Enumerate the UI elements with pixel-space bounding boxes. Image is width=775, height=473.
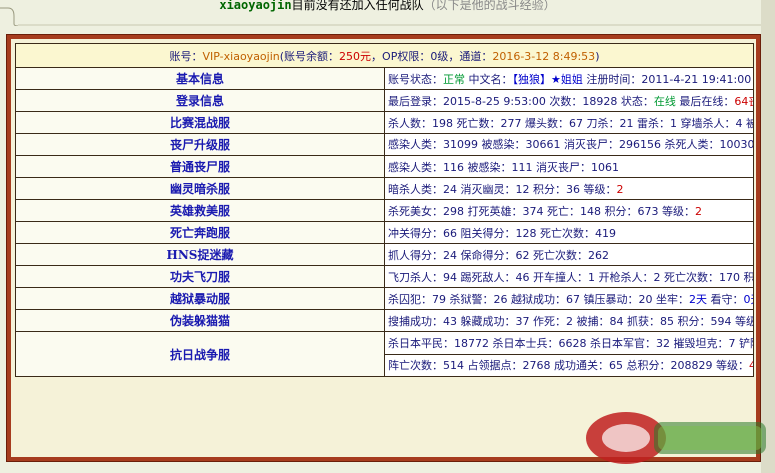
value-text: 2011-4-21 19:41:00: [641, 72, 752, 86]
value-text: 杀人数：198 死亡数：277 爆头数：67 刀杀：21 雷杀：1 穿墙杀人：4…: [388, 116, 753, 130]
value-text: 杀囚犯：79 杀狱警：26 越狱成功：67 镇压暴动：20 坐牢：: [388, 292, 689, 306]
row-values: 感染人类：31099 被感染：30661 消灭丧尸：296156 杀死人类：10…: [384, 133, 754, 156]
stats-table: 账号：VIP-xiaoyaojin(账号余额：250元，OP权限：0级，通道：2…: [15, 43, 754, 377]
value-text: 2天: [688, 292, 707, 306]
row-label: 幽灵暗杀服: [15, 177, 385, 200]
stats-row: 死亡奔跑服 冲关得分：66 阻关得分：128 死亡次数：419: [15, 221, 754, 244]
row-label: 死亡奔跑服: [15, 221, 385, 244]
value-text: 【独狼】★姐姐: [512, 72, 583, 86]
stats-row: 丧尸升级服 感染人类：31099 被感染：30661 消灭丧尸：296156 杀死…: [15, 133, 754, 156]
value-text: 阵亡次数：514 占领据点：2768 成功通关：65 总积分：208829 等级…: [388, 359, 749, 373]
stats-row: 比赛混战服 杀人数：198 死亡数：277 爆头数：67 刀杀：21 雷杀：1 穿…: [15, 111, 754, 134]
row-label: 英雄救美服: [15, 199, 385, 222]
value-text: 在线: [653, 94, 676, 108]
row-values: 最后登录：2015-8-25 9:53:00 次数：18928 状态：在线 最后…: [384, 89, 754, 112]
row-values: 杀囚犯：79 杀狱警：26 越狱成功：67 镇压暴动：20 坐牢：2天 看守：0…: [384, 287, 754, 310]
value-text: 0天: [743, 292, 752, 306]
value-text: 中文名：: [465, 72, 513, 86]
stats-row: 伪装躲猫猫 搜捕成功：43 躲藏成功：37 作死：2 被捕：84 抓获：85 积分…: [15, 309, 754, 332]
watermark-logo: [586, 412, 766, 464]
war-label: 抗日战争服: [15, 331, 385, 377]
channel-time: 2016-3-12 8:49:53: [492, 49, 596, 63]
value-text: 64丧尸升级服: [734, 94, 752, 108]
war-values-1: 杀日本平民：18772 杀日本士兵：6628 杀日本军官：32 摧毁坦克：7 铲…: [384, 331, 754, 355]
value-text: 看守：: [706, 292, 744, 306]
account-header: 账号：VIP-xiaoyaojin(账号余额：250元，OP权限：0级，通道：2…: [15, 43, 754, 68]
value-text: 抓人得分：24 保命得分：62 死亡次数：262: [388, 248, 609, 262]
row-label: 功夫飞刀服: [15, 265, 385, 288]
stats-row: 基本信息 账号状态：正常 中文名：【独狼】★姐姐 注册时间：2011-4-21 1…: [15, 67, 754, 90]
row-values: 飞刀杀人：94 踢死敌人：46 开车撞人：1 开枪杀人：2 死亡次数：170 积…: [384, 265, 754, 288]
value-text: 杀死美女：298 打死英雄：374 死亡：148 积分：673 等级：: [388, 204, 695, 218]
value-text: 飞刀杀人：94 踢死敌人：46 开车撞人：1 开枪杀人：2 死亡次数：170 积…: [388, 270, 754, 284]
value-text: 45: [749, 359, 753, 372]
account-balance: 250元: [339, 49, 372, 63]
value-text: 搜捕成功：43 躲藏成功：37 作死：2 被捕：84 抓获：85 积分：594 …: [388, 314, 754, 328]
value-text: 最后在线：: [675, 94, 735, 108]
row-label: 丧尸升级服: [15, 133, 385, 156]
row-values: 搜捕成功：43 躲藏成功：37 作死：2 被捕：84 抓获：85 积分：594 …: [384, 309, 754, 332]
row-values: 冲关得分：66 阻关得分：128 死亡次数：419: [384, 221, 754, 244]
row-values: 杀人数：198 死亡数：277 爆头数：67 刀杀：21 雷杀：1 穿墙杀人：4…: [384, 111, 754, 134]
stats-row: 普通丧尸服 感染人类：116 被感染：111 消灭丧尸：1061: [15, 155, 754, 178]
war-row-1: 抗日战争服 杀日本平民：18772 杀日本士兵：6628 杀日本军官：32 摧毁坦…: [15, 331, 754, 377]
value-text: 暗杀人类：24 消灭幽灵：12 积分：36 等级：: [388, 182, 617, 196]
stats-row: HNS捉迷藏 抓人得分：24 保命得分：62 死亡次数：262: [15, 243, 754, 266]
value-text: 正常: [443, 72, 465, 86]
tab-curve-decoration: [0, 7, 775, 26]
row-values: 暗杀人类：24 消灭幽灵：12 积分：36 等级：2: [384, 177, 754, 200]
row-values: 抓人得分：24 保命得分：62 死亡次数：262: [384, 243, 754, 266]
row-values: 感染人类：116 被感染：111 消灭丧尸：1061: [384, 155, 754, 178]
row-values: 账号状态：正常 中文名：【独狼】★姐姐 注册时间：2011-4-21 19:41…: [384, 67, 754, 90]
value-text: 注册时间：: [582, 72, 642, 86]
stats-row: 功夫飞刀服 飞刀杀人：94 踢死敌人：46 开车撞人：1 开枪杀人：2 死亡次数：…: [15, 265, 754, 288]
stats-row: 幽灵暗杀服 暗杀人类：24 消灭幽灵：12 积分：36 等级：2: [15, 177, 754, 200]
value-text: 感染人类：116 被感染：111 消灭丧尸：1061: [388, 160, 619, 174]
stats-row: 越狱暴动服 杀囚犯：79 杀狱警：26 越狱成功：67 镇压暴动：20 坐牢：2天…: [15, 287, 754, 310]
row-label: 伪装躲猫猫: [15, 309, 385, 332]
value-text: 冲关得分：66 阻关得分：128 死亡次数：419: [388, 226, 616, 240]
value-text: 2: [694, 204, 702, 218]
row-label: HNS捉迷藏: [15, 243, 385, 266]
value-text: 账号状态：: [388, 72, 443, 86]
value-text: 最后登录：: [388, 94, 443, 108]
stats-row: 英雄救美服 杀死美女：298 打死英雄：374 死亡：148 积分：673 等级：…: [15, 199, 754, 222]
row-label: 普通丧尸服: [15, 155, 385, 178]
account-header-row: 账号：VIP-xiaoyaojin(账号余额：250元，OP权限：0级，通道：2…: [15, 43, 754, 68]
value-text: 在线时间：: [751, 73, 752, 86]
row-values: 杀死美女：298 打死英雄：374 死亡：148 积分：673 等级：2: [384, 199, 754, 222]
value-text: 次数：: [545, 94, 583, 108]
row-label: 越狱暴动服: [15, 287, 385, 310]
value-text: 2015-8-25 9:53:00: [443, 94, 546, 108]
row-label: 比赛混战服: [15, 111, 385, 134]
war-values-2: 阵亡次数：514 占领据点：2768 成功通关：65 总积分：208829 等级…: [384, 353, 754, 377]
value-text: 18928: [582, 94, 618, 108]
vip-account: VIP-xiaoyaojin: [202, 49, 280, 63]
stats-panel: 账号：VIP-xiaoyaojin(账号余额：250元，OP权限：0级，通道：2…: [11, 39, 756, 457]
stats-row: 登录信息 最后登录：2015-8-25 9:53:00 次数：18928 状态：在…: [15, 89, 754, 112]
value-text: 2: [616, 182, 624, 196]
row-label: 登录信息: [15, 89, 385, 112]
op-level: 0级: [430, 49, 449, 63]
value-text: 感染人类：31099 被感染：30661 消灭丧尸：296156 杀死人类：10…: [388, 138, 754, 151]
value-text: 状态：: [617, 94, 654, 108]
row-label: 基本信息: [15, 67, 385, 90]
